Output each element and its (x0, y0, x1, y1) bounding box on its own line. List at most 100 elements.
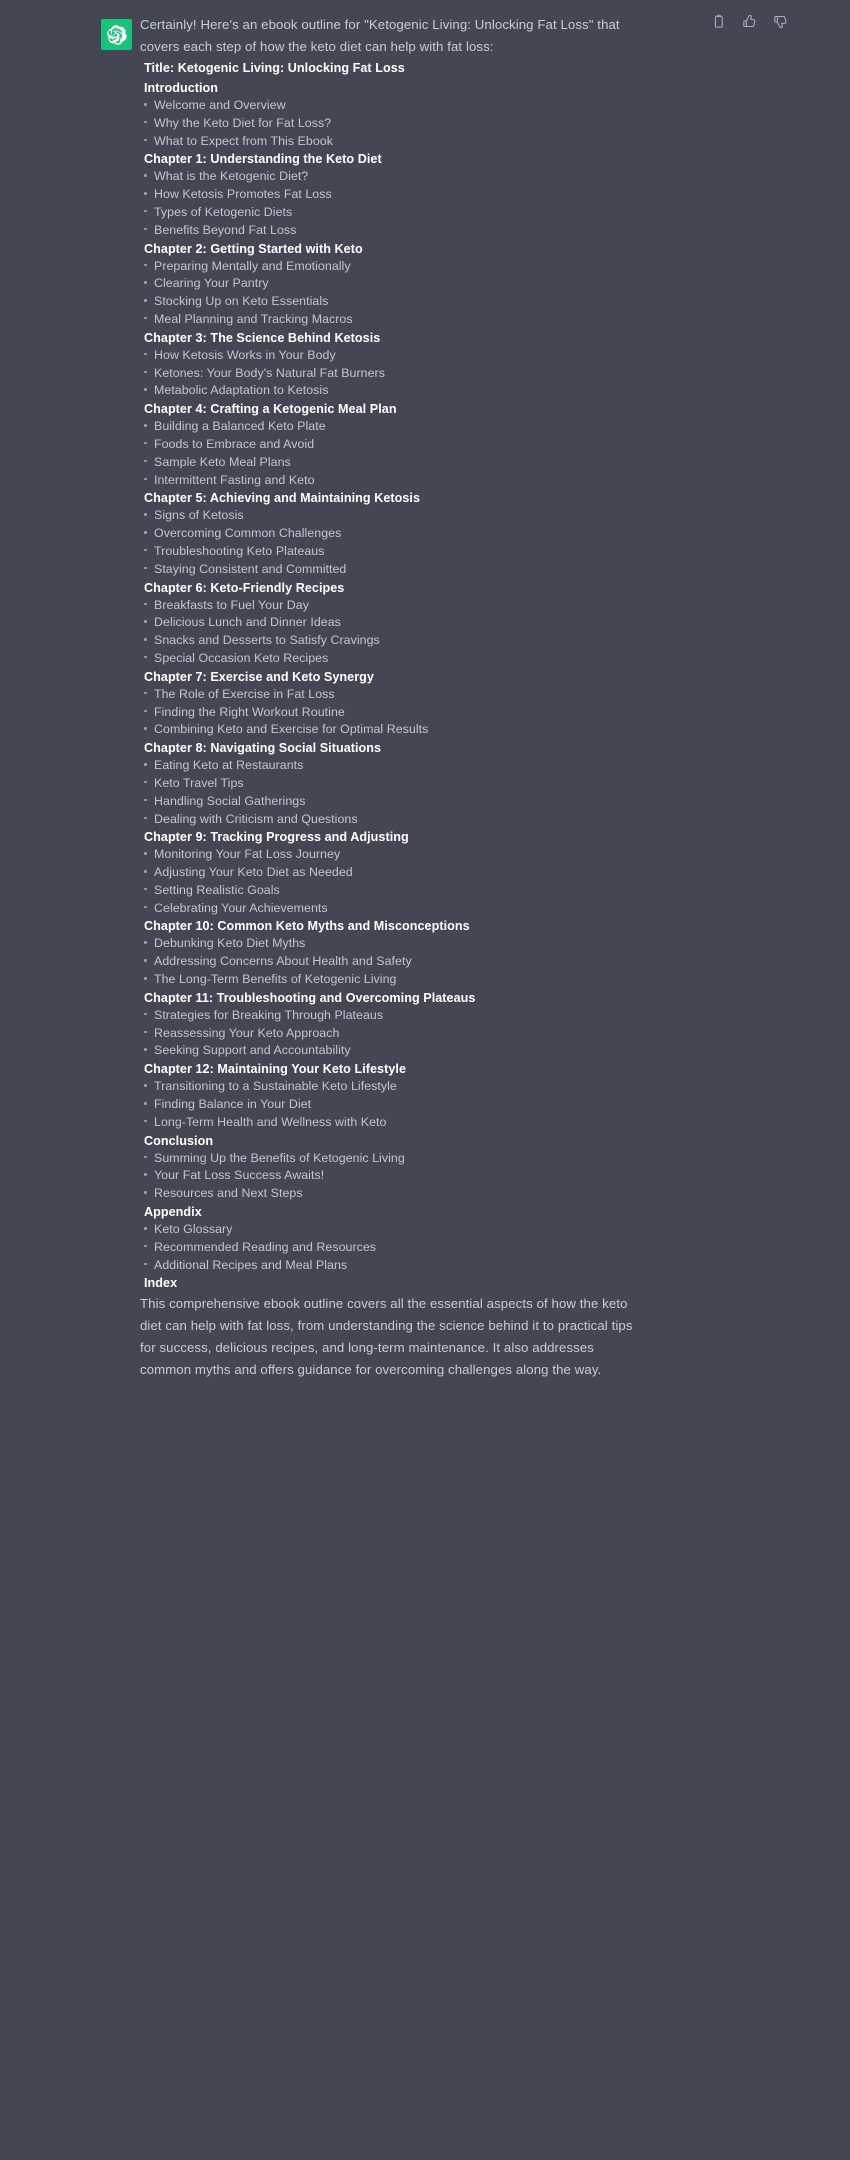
list-item: Troubleshooting Keto Plateaus (140, 544, 690, 560)
outline-section: Chapter 1: Understanding the Keto Diet Wh… (140, 149, 690, 238)
section-item-list: What is the Ketogenic Diet? How Ketosis P… (140, 169, 690, 238)
list-item: Why the Keto Diet for Fat Loss? (140, 116, 690, 132)
list-item: Adjusting Your Keto Diet as Needed (140, 865, 690, 881)
list-item: Reassessing Your Keto Approach (140, 1026, 690, 1042)
outline-section: Appendix Keto Glossary Recommended Reading… (140, 1202, 690, 1273)
assistant-message: Certainly! Here's an ebook outline for "… (0, 0, 850, 1411)
section-item-list: Eating Keto at Restaurants Keto Travel Ti… (140, 758, 690, 827)
list-item: Finding Balance in Your Diet (140, 1097, 690, 1113)
list-item: Intermittent Fasting and Keto (140, 473, 690, 489)
section-item-list: How Ketosis Works in Your Body Ketones: Y… (140, 348, 690, 399)
list-item: Building a Balanced Keto Plate (140, 419, 690, 435)
list-item: Long-Term Health and Wellness with Keto (140, 1115, 690, 1131)
list-item: Stocking Up on Keto Essentials (140, 294, 690, 310)
list-item: Eating Keto at Restaurants (140, 758, 690, 774)
list-item: Ketones: Your Body's Natural Fat Burners (140, 366, 690, 382)
list-item: Benefits Beyond Fat Loss (140, 223, 690, 239)
list-item: Staying Consistent and Committed (140, 562, 690, 578)
list-item: Foods to Embrace and Avoid (140, 437, 690, 453)
section-item-list: Signs of Ketosis Overcoming Common Challe… (140, 508, 690, 577)
section-item-list: Strategies for Breaking Through Plateaus… (140, 1008, 690, 1059)
section-heading: Chapter 10: Common Keto Myths and Miscon… (144, 919, 470, 934)
section-heading: Chapter 3: The Science Behind Ketosis (144, 330, 381, 345)
section-item-list: Summing Up the Benefits of Ketogenic Liv… (140, 1151, 690, 1202)
thumbs-up-icon[interactable] (742, 14, 757, 29)
assistant-avatar (101, 19, 132, 50)
list-item: Breakfasts to Fuel Your Day (140, 598, 690, 614)
list-item: Seeking Support and Accountability (140, 1043, 690, 1059)
outline-section: Chapter 3: The Science Behind Ketosis How… (140, 328, 690, 399)
list-item: Debunking Keto Diet Myths (140, 936, 690, 952)
section-item-list: Breakfasts to Fuel Your Day Delicious Lun… (140, 598, 690, 667)
section-heading: Chapter 12: Maintaining Your Keto Lifest… (144, 1062, 406, 1077)
list-item: Sample Keto Meal Plans (140, 455, 690, 471)
bottom-spacer (140, 1381, 690, 1411)
section-item-list: Keto Glossary Recommended Reading and Res… (140, 1222, 690, 1273)
list-item: Special Occasion Keto Recipes (140, 651, 690, 667)
section-heading: Chapter 11: Troubleshooting and Overcomi… (144, 990, 476, 1005)
list-item: The Long-Term Benefits of Ketogenic Livi… (140, 972, 690, 988)
list-item: Summing Up the Benefits of Ketogenic Liv… (140, 1151, 690, 1167)
section-heading: Chapter 5: Achieving and Maintaining Ket… (144, 491, 421, 506)
list-item: Recommended Reading and Resources (140, 1240, 690, 1256)
copy-icon[interactable] (711, 14, 726, 29)
outline-section: Chapter 8: Navigating Social Situations E… (140, 738, 690, 827)
list-item: Welcome and Overview (140, 98, 690, 114)
list-item: Snacks and Desserts to Satisfy Cravings (140, 633, 690, 649)
list-item: Clearing Your Pantry (140, 276, 690, 292)
list-item: Dealing with Criticism and Questions (140, 812, 690, 828)
list-item: Setting Realistic Goals (140, 883, 690, 899)
section-heading: Chapter 6: Keto-Friendly Recipes (144, 580, 345, 595)
outline-section: Chapter 4: Crafting a Ketogenic Meal Pla… (140, 399, 690, 488)
list-item: What is the Ketogenic Diet? (140, 169, 690, 185)
section-heading: Index (144, 1276, 178, 1291)
openai-logo-icon (106, 24, 127, 45)
list-item: How Ketosis Promotes Fat Loss (140, 187, 690, 203)
section-heading: Chapter 8: Navigating Social Situations (144, 741, 382, 756)
list-item: Preparing Mentally and Emotionally (140, 259, 690, 275)
intro-paragraph: Certainly! Here's an ebook outline for "… (140, 17, 620, 54)
section-heading: Appendix (144, 1205, 202, 1220)
section-item-list: Monitoring Your Fat Loss Journey Adjustin… (140, 847, 690, 916)
outline-section: Chapter 2: Getting Started with Keto Prep… (140, 239, 690, 328)
section-heading: Chapter 1: Understanding the Keto Diet (144, 152, 382, 167)
section-heading: Chapter 7: Exercise and Keto Synergy (144, 669, 374, 684)
outline-sections: Introduction Welcome and Overview Why the … (140, 78, 690, 1293)
outline-section: Chapter 12: Maintaining Your Keto Lifest… (140, 1059, 690, 1130)
section-heading: Chapter 4: Crafting a Ketogenic Meal Pla… (144, 402, 397, 417)
list-item: Strategies for Breaking Through Plateaus (140, 1008, 690, 1024)
list-item: Resources and Next Steps (140, 1186, 690, 1202)
list-item: Delicious Lunch and Dinner Ideas (140, 615, 690, 631)
list-item: The Role of Exercise in Fat Loss (140, 687, 690, 703)
list-item: Keto Glossary (140, 1222, 690, 1238)
outline-section: Chapter 6: Keto-Friendly Recipes Breakfas… (140, 578, 690, 667)
list-item: Handling Social Gatherings (140, 794, 690, 810)
section-heading: Introduction (144, 81, 219, 95)
list-item: How Ketosis Works in Your Body (140, 348, 690, 364)
list-item: Keto Travel Tips (140, 776, 690, 792)
section-item-list: Preparing Mentally and Emotionally Cleari… (140, 259, 690, 328)
list-item: Overcoming Common Challenges (140, 526, 690, 542)
outline-section: Conclusion Summing Up the Benefits of Ket… (140, 1131, 690, 1202)
list-item: Addressing Concerns About Health and Saf… (140, 954, 690, 970)
list-item: Additional Recipes and Meal Plans (140, 1258, 690, 1274)
avatar-column (0, 14, 140, 1411)
section-item-list: Transitioning to a Sustainable Keto Life… (140, 1079, 690, 1130)
outline-section: Index (140, 1273, 690, 1293)
list-item: Transitioning to a Sustainable Keto Life… (140, 1079, 690, 1095)
message-actions (711, 14, 788, 29)
list-item: Meal Planning and Tracking Macros (140, 312, 690, 328)
list-item: Metabolic Adaptation to Ketosis (140, 383, 690, 399)
section-heading: Chapter 9: Tracking Progress and Adjusti… (144, 830, 409, 845)
outline-section: Introduction Welcome and Overview Why the … (140, 78, 690, 149)
thumbs-down-icon[interactable] (773, 14, 788, 29)
section-item-list: Building a Balanced Keto Plate Foods to E… (140, 419, 690, 488)
closing-paragraph: This comprehensive ebook outline covers … (140, 1296, 633, 1378)
section-item-list: The Role of Exercise in Fat Loss Finding … (140, 687, 690, 738)
outline-section: Chapter 10: Common Keto Myths and Miscon… (140, 916, 690, 987)
list-item: Combining Keto and Exercise for Optimal … (140, 722, 690, 738)
outline-section: Chapter 7: Exercise and Keto Synergy The … (140, 667, 690, 738)
list-item: Signs of Ketosis (140, 508, 690, 524)
list-item: What to Expect from This Ebook (140, 134, 690, 150)
outline-section: Chapter 5: Achieving and Maintaining Ket… (140, 488, 690, 577)
